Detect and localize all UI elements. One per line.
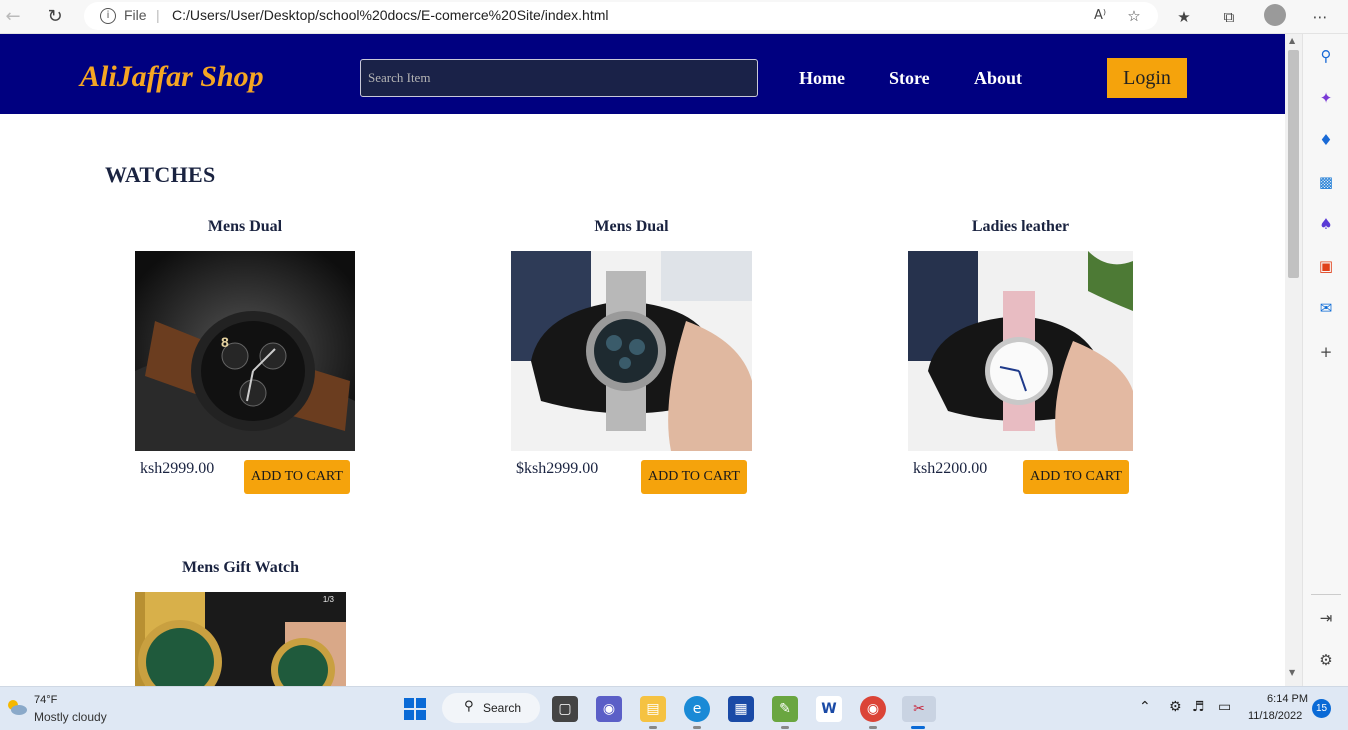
product-name: Ladies leather xyxy=(971,218,1070,235)
add-to-cart-button[interactable]: ADD TO CART xyxy=(641,460,747,494)
file-label: File xyxy=(124,7,147,23)
clock-date[interactable]: 11/18/2022 xyxy=(1248,710,1302,722)
search-icon: ⚲ xyxy=(464,699,474,714)
web-page: AliJaffar Shop Home Store About Login WA… xyxy=(0,34,1285,686)
copilot-icon[interactable]: ✦ xyxy=(1316,88,1336,108)
running-indicator xyxy=(693,726,701,729)
add-to-cart-button[interactable]: ADD TO CART xyxy=(1023,460,1129,494)
product-price: ksh2999.00 xyxy=(140,460,215,477)
edge-browser-icon[interactable]: e xyxy=(684,696,710,722)
section-title: WATCHES xyxy=(105,162,216,187)
chevron-up-icon[interactable]: ⌃ xyxy=(1139,699,1151,715)
office-icon[interactable]: ▣ xyxy=(1316,256,1336,276)
profile-avatar[interactable] xyxy=(1264,4,1286,26)
read-aloud-icon[interactable]: A⁾ xyxy=(1088,4,1112,28)
site-header: AliJaffar Shop Home Store About Login xyxy=(0,34,1285,114)
games-icon[interactable]: ♠ xyxy=(1316,214,1336,234)
active-indicator xyxy=(911,726,925,729)
shopping-tag-icon[interactable]: ♦ xyxy=(1316,130,1336,150)
snipping-tool-icon[interactable]: ✂ xyxy=(902,696,936,722)
address-separator: | xyxy=(156,7,160,23)
browser-toolbar: ← ↻ i File | C:/Users/User/Desktop/schoo… xyxy=(0,0,1348,34)
refresh-icon[interactable]: ↻ xyxy=(42,4,68,30)
weather-temperature[interactable]: 74°F xyxy=(34,694,57,706)
file-explorer-icon[interactable]: ▤ xyxy=(640,696,666,722)
image-counter: 1/3 xyxy=(322,595,334,604)
edge-sidebar: ⚲ ✦ ♦ ▩ ♠ ▣ ✉ + ⇥ ⚙ xyxy=(1302,34,1348,686)
page-scrollbar[interactable]: ▲ ▼ xyxy=(1285,34,1302,686)
product-image[interactable]: 8 xyxy=(135,251,355,451)
cloud-icon[interactable] xyxy=(6,698,28,716)
address-bar[interactable]: i File | C:/Users/User/Desktop/school%20… xyxy=(84,2,1158,30)
product-image[interactable]: 1/3 xyxy=(135,592,346,686)
svg-text:8: 8 xyxy=(221,334,229,350)
teams-chat-icon[interactable]: ◉ xyxy=(596,696,622,722)
volume-icon[interactable]: ♬ xyxy=(1192,699,1205,715)
tools-icon[interactable]: ▩ xyxy=(1316,172,1336,192)
task-view-icon[interactable]: ▢ xyxy=(552,696,578,722)
product-name: Mens Dual xyxy=(207,218,283,235)
product-name: Mens Gift Watch xyxy=(181,559,300,576)
split-screen-icon[interactable]: ⇥ xyxy=(1316,608,1336,628)
back-arrow-icon[interactable]: ← xyxy=(0,4,26,30)
scroll-thumb[interactable] xyxy=(1288,50,1299,278)
product-name: Mens Dual xyxy=(594,218,669,235)
scroll-down-icon[interactable]: ▼ xyxy=(1289,668,1295,677)
add-icon[interactable]: + xyxy=(1316,342,1336,362)
search-icon[interactable]: ⚲ xyxy=(1316,46,1336,66)
add-to-cart-button[interactable]: ADD TO CART xyxy=(244,460,350,494)
nav-link-store[interactable]: Store xyxy=(889,68,930,89)
chrome-icon[interactable]: ◉ xyxy=(860,696,886,722)
add-favorite-icon[interactable]: ☆ xyxy=(1122,4,1146,28)
product-price: $ksh2999.00 xyxy=(516,460,599,477)
weather-description[interactable]: Mostly cloudy xyxy=(34,710,107,724)
taskbar: 74°F Mostly cloudy ⚲ Search ▢ ◉ ▤ e ▦ ✎ … xyxy=(0,686,1348,730)
battery-icon[interactable]: ▭ xyxy=(1218,699,1231,715)
notification-badge[interactable]: 15 xyxy=(1312,699,1331,718)
nav-link-about[interactable]: About xyxy=(974,68,1022,89)
clock-time[interactable]: 6:14 PM xyxy=(1262,693,1308,705)
outlook-icon[interactable]: ✉ xyxy=(1316,298,1336,318)
scroll-up-icon[interactable]: ▲ xyxy=(1289,36,1295,45)
product-image[interactable] xyxy=(908,251,1133,451)
info-icon[interactable]: i xyxy=(100,8,116,24)
site-logo[interactable]: AliJaffar Shop xyxy=(80,60,264,94)
word-icon[interactable]: W xyxy=(816,696,842,722)
running-indicator xyxy=(781,726,789,729)
notepad-icon[interactable]: ✎ xyxy=(772,696,798,722)
taskbar-search-label: Search xyxy=(483,701,522,715)
running-indicator xyxy=(869,726,877,729)
product-image[interactable] xyxy=(511,251,752,451)
product-price: ksh2200.00 xyxy=(913,460,988,477)
store-icon[interactable]: ▦ xyxy=(728,696,754,722)
more-menu-icon[interactable]: ⋯ xyxy=(1308,5,1332,29)
url-text[interactable]: C:/Users/User/Desktop/school%20docs/E-co… xyxy=(172,7,609,23)
collections-icon[interactable]: ⧉ xyxy=(1217,5,1241,29)
nav-link-home[interactable]: Home xyxy=(799,68,845,89)
login-button[interactable]: Login xyxy=(1107,58,1187,98)
language-icon[interactable]: ⚙ xyxy=(1169,699,1182,715)
favorites-icon[interactable]: ★ xyxy=(1172,5,1196,29)
settings-icon[interactable]: ⚙ xyxy=(1316,650,1336,670)
search-input[interactable] xyxy=(360,59,758,97)
running-indicator xyxy=(649,726,657,729)
windows-start-icon[interactable] xyxy=(404,698,426,720)
taskbar-search[interactable]: ⚲ Search xyxy=(442,693,540,723)
sidebar-divider xyxy=(1311,594,1341,595)
